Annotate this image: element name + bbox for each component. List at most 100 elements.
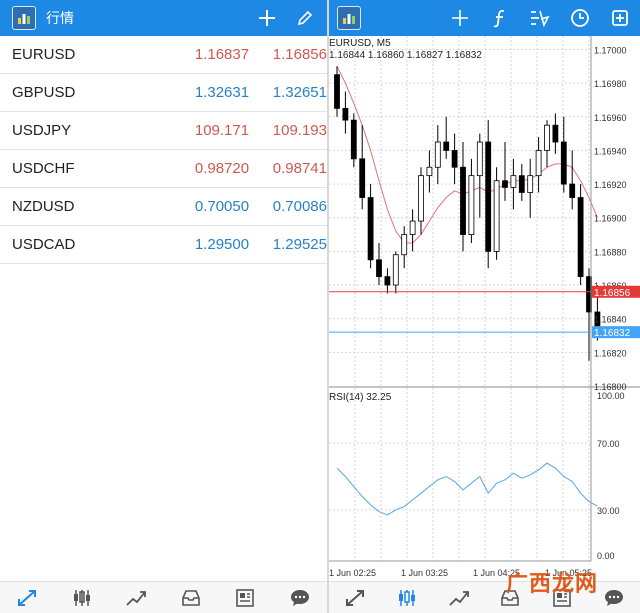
quote-row-gbpusd[interactable]: GBPUSD 1.32631 1.32651 bbox=[0, 74, 327, 112]
chart-header bbox=[329, 0, 640, 36]
candle-body bbox=[401, 234, 408, 256]
quote-row-usdchf[interactable]: USDCHF 0.98720 0.98741 bbox=[0, 150, 327, 188]
price-tick-label: 1.16840 bbox=[594, 315, 627, 325]
candle-body bbox=[384, 276, 391, 286]
add-symbol-icon[interactable] bbox=[255, 8, 279, 28]
bid-price: 109.171 bbox=[194, 122, 250, 139]
candle-body bbox=[350, 119, 357, 160]
moving-average-line bbox=[336, 66, 598, 244]
ask-price: 0.70086 bbox=[272, 198, 327, 215]
symbol-name: NZDUSD bbox=[12, 198, 75, 215]
quote-row-nzdusd[interactable]: NZDUSD 0.70050 0.70086 bbox=[0, 188, 327, 226]
nav-quotes-icon[interactable] bbox=[0, 588, 55, 608]
candle-body bbox=[376, 259, 382, 278]
candle-body bbox=[434, 141, 441, 168]
quote-row-eurusd[interactable]: EURUSD 1.16837 1.16856 bbox=[0, 36, 327, 74]
price-tick-label: 1.16880 bbox=[594, 247, 627, 257]
price-tick-label: 1.16900 bbox=[594, 214, 627, 224]
nav-chart-icon[interactable] bbox=[55, 588, 110, 608]
bid-price: 0.98720 bbox=[194, 160, 250, 177]
price-chart[interactable]: EURUSD, M5 1.16844 1.16860 1.16827 1.168… bbox=[329, 36, 640, 582]
bid-price: 1.32631 bbox=[194, 84, 250, 101]
timeframe-clock-icon[interactable] bbox=[560, 8, 600, 28]
candle-body bbox=[409, 220, 416, 235]
price-tick-label: 1.16920 bbox=[594, 180, 627, 190]
candle-body bbox=[418, 175, 424, 222]
candle-body bbox=[367, 197, 374, 261]
bid-price: 1.16837 bbox=[194, 46, 250, 63]
rsi-tick-label: 100.00 bbox=[597, 391, 625, 401]
bid-price-tag-text: 1.16832 bbox=[594, 328, 631, 339]
candle-body bbox=[569, 183, 576, 198]
app-logo-icon[interactable] bbox=[12, 6, 36, 30]
watermark-logo: 广西龙网 bbox=[506, 571, 599, 597]
candle-body bbox=[451, 150, 458, 168]
rsi-title: RSI(14) 32.25 bbox=[329, 392, 392, 403]
quote-row-usdjpy[interactable]: USDJPY 109.171 109.193 bbox=[0, 112, 327, 150]
ask-price-tag-text: 1.16856 bbox=[594, 288, 631, 299]
candle-body bbox=[359, 158, 366, 198]
price-tick-label: 1.16820 bbox=[594, 348, 627, 358]
rsi-tick-label: 0.00 bbox=[597, 551, 615, 561]
ask-price: 1.16856 bbox=[272, 46, 327, 63]
candle-body bbox=[443, 141, 450, 151]
quotes-list: EURUSD 1.16837 1.16856 GBPUSD 1.32631 1.… bbox=[0, 36, 327, 264]
ask-price: 0.98741 bbox=[272, 160, 327, 177]
nav-news-icon[interactable] bbox=[218, 588, 273, 608]
candle-body bbox=[535, 150, 542, 177]
bottom-nav bbox=[0, 581, 327, 613]
candle-body bbox=[577, 197, 584, 278]
time-tick-label: 1 Jun 03:25 bbox=[401, 568, 448, 578]
candle-body bbox=[426, 166, 433, 177]
candle-body bbox=[460, 166, 466, 235]
symbol-name: USDCAD bbox=[12, 236, 76, 253]
price-tick-label: 1.17000 bbox=[594, 45, 627, 55]
ask-price: 1.29525 bbox=[272, 236, 327, 253]
bid-price: 0.70050 bbox=[194, 198, 250, 215]
candle-body bbox=[527, 175, 534, 193]
symbol-name: USDCHF bbox=[12, 160, 75, 177]
chart-title: EURUSD, M5 bbox=[329, 38, 391, 49]
symbol-name: GBPUSD bbox=[12, 84, 76, 101]
candle-body bbox=[544, 124, 550, 151]
candle-body bbox=[468, 175, 475, 235]
quotes-header: 行情 bbox=[0, 0, 327, 36]
time-tick-label: 1 Jun 02:25 bbox=[329, 568, 376, 578]
candle-body bbox=[342, 107, 349, 121]
edit-pencil-icon[interactable] bbox=[293, 9, 317, 27]
price-tick-label: 1.16940 bbox=[594, 146, 627, 156]
objects-icon[interactable] bbox=[520, 8, 560, 28]
price-tick-label: 1.16960 bbox=[594, 113, 627, 123]
candle-body bbox=[476, 141, 483, 177]
candle-body bbox=[560, 141, 567, 185]
candle-body bbox=[485, 141, 492, 252]
nav-chat-icon[interactable] bbox=[273, 588, 328, 608]
nav-history-icon[interactable] bbox=[164, 588, 219, 608]
nav-quotes-icon[interactable] bbox=[329, 588, 381, 608]
candle-body bbox=[552, 124, 559, 143]
candle-body bbox=[518, 175, 525, 193]
symbol-name: USDJPY bbox=[12, 122, 72, 139]
candle-body bbox=[334, 74, 340, 109]
rsi-tick-label: 70.00 bbox=[597, 439, 620, 449]
nav-trade-icon[interactable] bbox=[433, 588, 485, 608]
ohlc-readout: 1.16844 1.16860 1.16827 1.16832 bbox=[329, 50, 482, 61]
candle-body bbox=[502, 180, 508, 188]
candle-body bbox=[493, 180, 500, 252]
app-logo-icon[interactable] bbox=[337, 6, 361, 30]
indicators-icon[interactable] bbox=[480, 8, 520, 28]
quote-row-usdcad[interactable]: USDCAD 1.29500 1.29525 bbox=[0, 226, 327, 264]
ask-price: 109.193 bbox=[272, 122, 327, 139]
ask-price: 1.32651 bbox=[272, 84, 327, 101]
price-tick-label: 1.16980 bbox=[594, 79, 627, 89]
bid-price: 1.29500 bbox=[194, 236, 250, 253]
nav-chart-icon[interactable] bbox=[381, 588, 433, 608]
nav-trade-icon[interactable] bbox=[109, 588, 164, 608]
rsi-tick-label: 30.00 bbox=[597, 506, 620, 516]
candle-body bbox=[510, 175, 517, 188]
rsi-line bbox=[336, 462, 598, 516]
new-order-icon[interactable] bbox=[600, 8, 640, 28]
page-title: 行情 bbox=[46, 10, 74, 26]
candle-body bbox=[392, 254, 399, 286]
crosshair-icon[interactable] bbox=[440, 8, 480, 28]
